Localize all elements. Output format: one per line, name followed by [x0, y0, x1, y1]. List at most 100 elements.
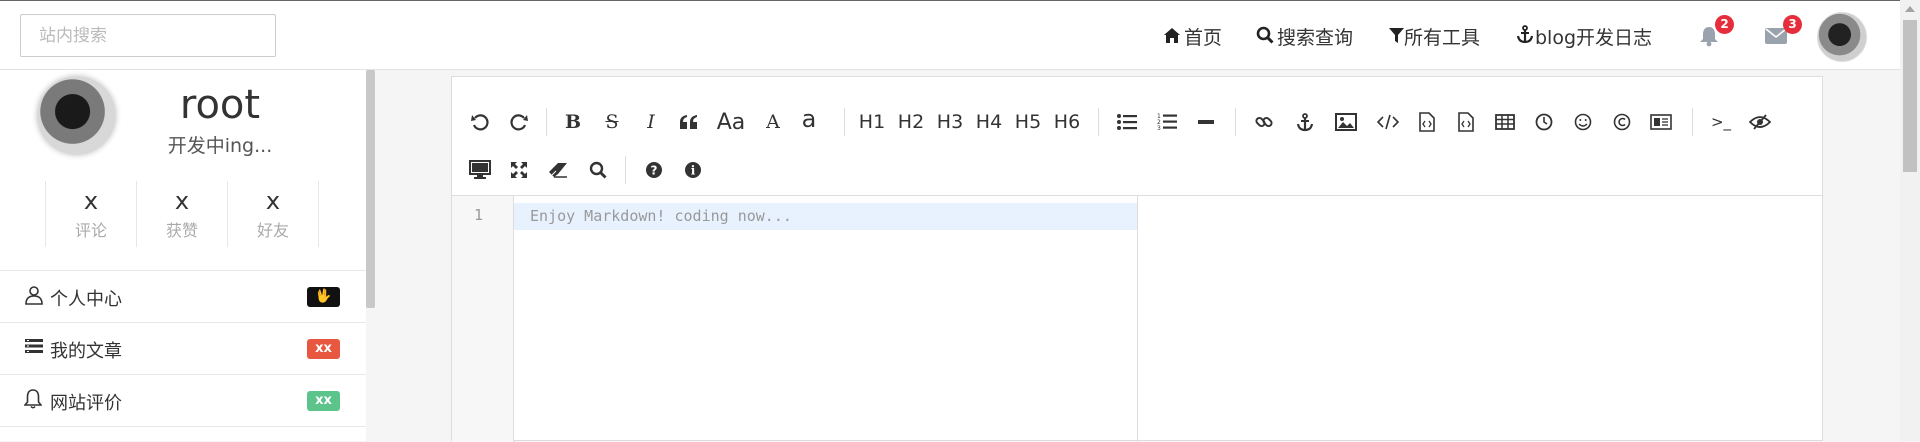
toolbar-divider	[625, 156, 626, 184]
anchor-icon[interactable]	[1290, 107, 1320, 137]
uppercase-icon[interactable]: A	[758, 107, 788, 137]
bold-icon[interactable]: B	[558, 107, 588, 137]
markdown-preview-pane	[1138, 196, 1822, 442]
search-icon	[1256, 26, 1274, 49]
strikethrough-icon[interactable]: S	[597, 107, 627, 137]
sidebar-item-my-articles[interactable]: 我的文章 xx	[0, 322, 366, 374]
numbered-list-icon[interactable]: 123	[1152, 107, 1182, 137]
fullscreen-icon[interactable]	[504, 155, 534, 185]
sidebar-item-label: 我的文章	[50, 341, 122, 362]
stat-likes[interactable]: x 获赞	[136, 181, 227, 247]
svg-text:i: i	[691, 164, 696, 178]
search-icon[interactable]	[583, 155, 613, 185]
nav-home-label: 首页	[1184, 27, 1223, 49]
messages-badge: 3	[1783, 15, 1802, 34]
desktop-preview-icon[interactable]	[465, 155, 495, 185]
page-break-icon[interactable]	[1646, 107, 1676, 137]
sidebar-tag: xx	[307, 339, 340, 359]
nav-devlog-label: blog开发日志	[1535, 27, 1653, 49]
profile-sidebar: root 开发中ing... x 评论 x 获赞 x 好友 个人中心 🖖 我的文…	[0, 70, 366, 441]
nav-devlog[interactable]: blog开发日志	[1516, 23, 1652, 50]
sidebar-item-personal-center[interactable]: 个人中心 🖖	[0, 270, 366, 322]
editor-toolbar: B S I Aa A a H1 H2 H3 H4 H5 H6 123 >_ ? …	[452, 77, 1822, 196]
preformatted-code-icon[interactable]	[1451, 107, 1481, 137]
quote-icon[interactable]	[674, 107, 704, 137]
page-scrollbar[interactable]	[1900, 0, 1920, 441]
stat-value: x	[174, 187, 190, 215]
terminal-icon[interactable]: >_	[1706, 107, 1736, 137]
copyright-icon[interactable]	[1607, 107, 1637, 137]
undo-icon[interactable]	[465, 107, 495, 137]
stat-value: x	[83, 187, 99, 215]
profile-subtitle: 开发中ing...	[167, 135, 273, 157]
nav-search[interactable]: 搜索查询	[1256, 23, 1353, 50]
nav-home[interactable]: 首页	[1163, 23, 1222, 50]
sidebar-tag: xx	[307, 391, 340, 411]
messages-button[interactable]: 3	[1765, 15, 1802, 53]
profile-avatar	[37, 76, 116, 155]
home-icon	[1163, 27, 1181, 49]
list-icon	[24, 337, 46, 359]
heading2-button[interactable]: H2	[896, 107, 926, 137]
code-block-icon[interactable]	[1412, 107, 1442, 137]
bullet-list-icon[interactable]	[1112, 107, 1142, 137]
toolbar-divider	[1235, 108, 1236, 136]
toolbar-divider	[1098, 108, 1099, 136]
bell-icon	[23, 389, 46, 411]
toolbar-divider	[1692, 108, 1693, 136]
nav-tools-label: 所有工具	[1404, 27, 1481, 49]
user-avatar[interactable]	[1817, 12, 1867, 62]
heading6-button[interactable]: H6	[1052, 107, 1082, 137]
image-icon[interactable]	[1331, 107, 1361, 137]
site-search-input[interactable]	[20, 14, 276, 57]
lowercase-icon[interactable]: a	[794, 104, 824, 134]
stat-comments[interactable]: x 评论	[45, 181, 136, 247]
anchor-icon	[1516, 25, 1534, 49]
profile-stats: x 评论 x 获赞 x 好友	[45, 181, 319, 247]
case-toggle-icon[interactable]: Aa	[716, 107, 746, 137]
heading4-button[interactable]: H4	[974, 107, 1004, 137]
horizontal-rule-icon[interactable]	[1191, 107, 1221, 137]
hide-preview-icon[interactable]	[1745, 107, 1775, 137]
sidebar-divider	[0, 426, 366, 436]
notifications-badge: 2	[1715, 15, 1734, 34]
stat-friends[interactable]: x 好友	[227, 181, 319, 247]
heading3-button[interactable]: H3	[935, 107, 965, 137]
sidebar-item-label: 网站评价	[50, 393, 122, 414]
envelope-icon	[1765, 28, 1787, 48]
scroll-up-arrow-icon[interactable]	[1905, 6, 1915, 12]
inline-code-icon[interactable]	[1373, 107, 1403, 137]
info-icon[interactable]: i	[678, 155, 708, 185]
line-number: 1	[474, 206, 484, 224]
italic-icon[interactable]: I	[636, 107, 666, 137]
scrollbar-thumb[interactable]	[1903, 20, 1917, 172]
clock-icon[interactable]	[1529, 107, 1559, 137]
table-icon[interactable]	[1490, 107, 1520, 137]
profile-username: root	[179, 82, 261, 128]
redo-icon[interactable]	[504, 107, 534, 137]
filter-icon	[1389, 27, 1404, 49]
sidebar-item-site-review[interactable]: 网站评价 xx	[0, 374, 366, 426]
markdown-editor: B S I Aa A a H1 H2 H3 H4 H5 H6 123 >_ ? …	[451, 76, 1823, 442]
stat-label: 获赞	[165, 221, 198, 240]
notifications-button[interactable]: 2	[1699, 15, 1734, 53]
markdown-input-area[interactable]: Enjoy Markdown! coding now...	[514, 196, 1138, 442]
toolbar-divider	[546, 108, 547, 136]
svg-text:3: 3	[1157, 125, 1161, 131]
user-icon	[24, 285, 46, 307]
sidebar-tag: 🖖	[307, 287, 340, 307]
help-icon[interactable]: ?	[639, 155, 669, 185]
sidebar-scrollbar[interactable]	[366, 70, 375, 308]
emoji-icon[interactable]	[1568, 107, 1598, 137]
heading5-button[interactable]: H5	[1013, 107, 1043, 137]
editor-placeholder: Enjoy Markdown! coding now...	[530, 207, 792, 225]
stat-label: 评论	[74, 221, 107, 240]
link-icon[interactable]	[1249, 107, 1279, 137]
nav-tools[interactable]: 所有工具	[1389, 23, 1480, 50]
toolbar-divider	[844, 108, 845, 136]
eraser-icon[interactable]	[543, 155, 573, 185]
line-number-gutter: 1	[452, 196, 514, 442]
svg-text:?: ?	[651, 164, 658, 178]
heading1-button[interactable]: H1	[857, 107, 887, 137]
stat-label: 好友	[256, 221, 289, 240]
